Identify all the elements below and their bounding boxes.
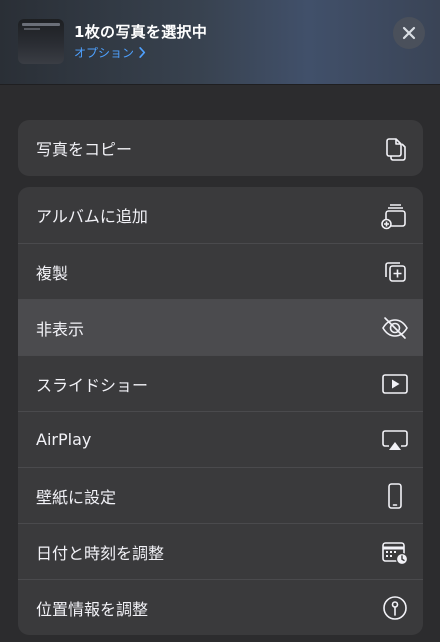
action-label: 壁紙に設定: [36, 487, 117, 507]
action-label: 日付と時刻を調整: [36, 543, 165, 563]
chevron-right-icon: [139, 47, 146, 58]
phone-icon: [380, 481, 410, 511]
calendar-clock-icon: [380, 537, 410, 567]
action-adjust-location[interactable]: 位置情報を調整: [18, 579, 423, 635]
duplicate-icon: [380, 257, 410, 287]
action-label: 非表示: [36, 319, 85, 339]
action-slideshow[interactable]: スライドショー: [18, 355, 423, 411]
location-info-icon: [380, 593, 410, 623]
action-airplay[interactable]: AirPlay: [18, 411, 423, 467]
add-to-album-icon: [380, 200, 410, 230]
copy-icon: [380, 133, 410, 163]
action-label: 写真をコピー: [36, 140, 133, 159]
action-hide[interactable]: 非表示: [18, 299, 423, 355]
action-copy-photo[interactable]: 写真をコピー: [18, 120, 423, 176]
options-label: オプション: [74, 46, 135, 60]
selection-title: 1枚の写真を選択中: [74, 23, 208, 41]
photo-thumbnail: [18, 19, 64, 64]
action-adjust-date-time[interactable]: 日付と時刻を調整: [18, 523, 423, 579]
close-icon: [402, 26, 416, 40]
slideshow-play-icon: [380, 369, 410, 399]
airplay-icon: [380, 425, 410, 455]
copy-group: 写真をコピー: [18, 120, 423, 176]
actions-group: アルバムに追加 複製 非表示 スライドショー AirPlay 壁紙に設定 日付と…: [18, 187, 423, 635]
action-label: AirPlay: [36, 430, 92, 449]
action-label: 位置情報を調整: [36, 599, 149, 619]
action-set-wallpaper[interactable]: 壁紙に設定: [18, 467, 423, 523]
action-label: 複製: [36, 263, 69, 283]
options-link[interactable]: オプション: [74, 44, 146, 61]
close-button[interactable]: [393, 17, 425, 49]
eye-slash-icon: [380, 313, 410, 343]
action-add-to-album[interactable]: アルバムに追加: [18, 187, 423, 243]
share-sheet-header: 1枚の写真を選択中 オプション: [0, 0, 440, 85]
action-label: スライドショー: [36, 375, 149, 395]
action-label: アルバムに追加: [36, 207, 148, 226]
action-duplicate[interactable]: 複製: [18, 243, 423, 299]
